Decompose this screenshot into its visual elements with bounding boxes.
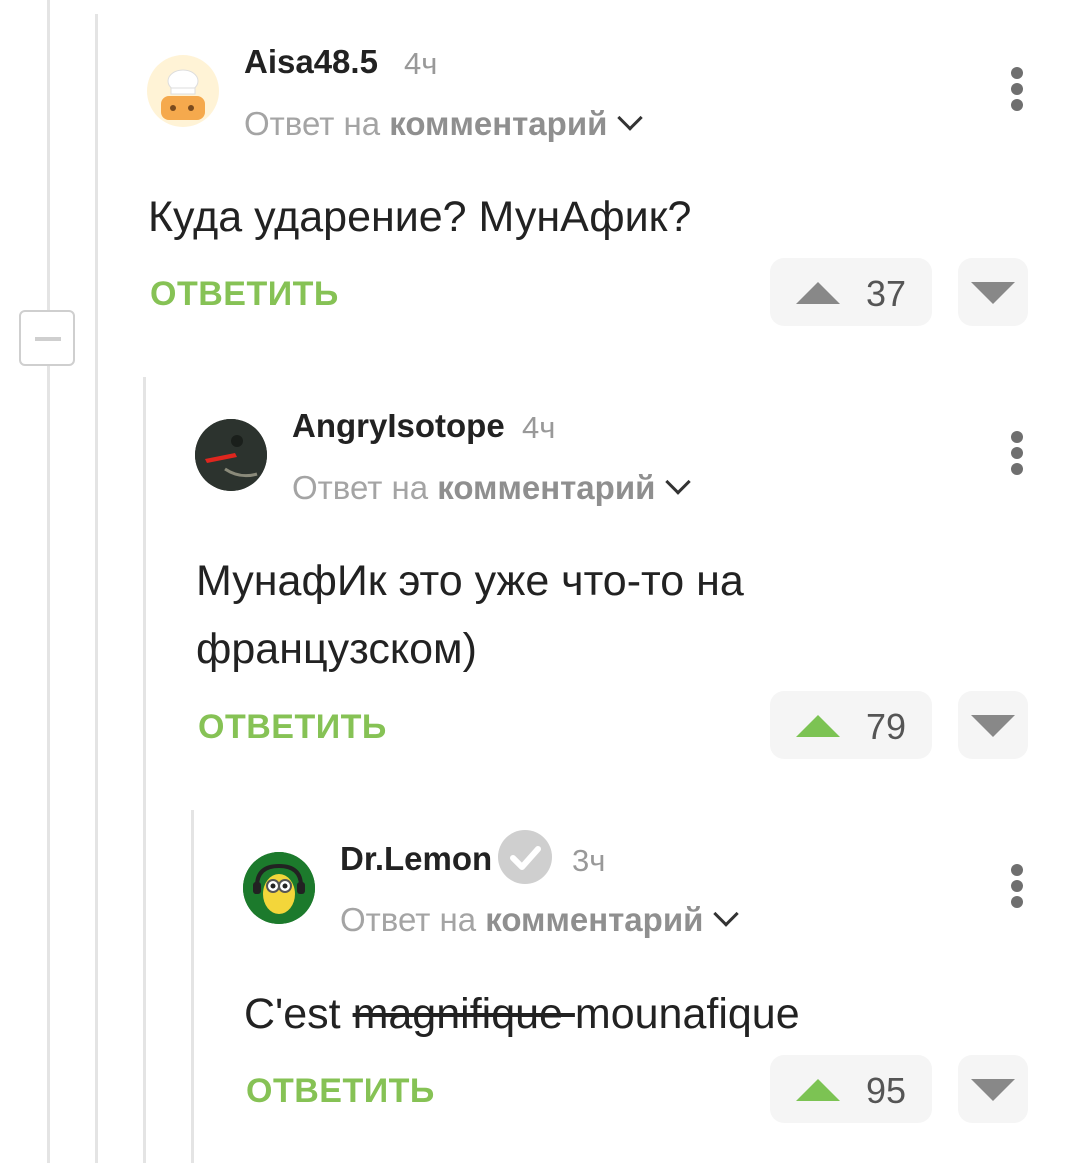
triangle-down-icon — [971, 715, 1015, 737]
text-end: mounafique — [574, 990, 800, 1038]
text-struck: magnifique — [352, 990, 575, 1038]
triangle-up-icon — [796, 282, 840, 304]
chevron-down-icon — [665, 469, 692, 495]
score: 79 — [866, 706, 907, 747]
verified-badge-icon — [498, 830, 552, 884]
upvote-button[interactable]: 37 — [770, 258, 932, 326]
triangle-up-icon — [796, 715, 840, 737]
triangle-down-icon — [971, 1079, 1015, 1101]
timestamp: 4ч — [404, 46, 438, 81]
avatar[interactable] — [147, 55, 219, 127]
upvote-button[interactable]: 95 — [770, 1055, 932, 1123]
chevron-down-icon — [713, 901, 740, 927]
upvote-button[interactable]: 79 — [770, 691, 932, 759]
timestamp: 3ч — [572, 843, 606, 878]
reply-prefix: Ответ на — [340, 901, 477, 938]
downvote-button[interactable] — [958, 1055, 1028, 1123]
thread-line-outer — [47, 0, 50, 1163]
avatar[interactable] — [195, 419, 267, 491]
reply-prefix: Ответ на — [244, 105, 381, 142]
downvote-button[interactable] — [958, 258, 1028, 326]
more-options-icon[interactable] — [1008, 864, 1028, 910]
chef-avatar-icon — [161, 69, 205, 120]
username[interactable]: AngryIsotope — [292, 407, 505, 445]
reply-prefix: Ответ на — [292, 469, 429, 506]
reply-button[interactable]: ОТВЕТИТЬ — [150, 275, 339, 314]
text-start: C'est — [244, 990, 353, 1038]
downvote-button[interactable] — [958, 691, 1028, 759]
reply-to-link[interactable]: Ответ на комментарий — [292, 469, 692, 507]
score: 95 — [866, 1070, 907, 1111]
reply-button[interactable]: ОТВЕТИТЬ — [198, 708, 387, 747]
username[interactable]: Aisa48.5 — [244, 43, 378, 81]
chevron-down-icon — [617, 105, 644, 131]
dark-avatar-icon — [195, 419, 267, 491]
reply-to-link[interactable]: Ответ на комментарий — [244, 105, 644, 143]
thread-line-level3 — [191, 810, 194, 1163]
timestamp: 4ч — [522, 410, 556, 445]
reply-to-link[interactable]: Ответ на комментарий — [340, 901, 740, 939]
score: 37 — [866, 273, 907, 314]
reply-target: комментарий — [437, 469, 656, 506]
more-options-icon[interactable] — [1008, 67, 1028, 113]
minion-avatar-icon — [243, 852, 315, 924]
triangle-down-icon — [971, 282, 1015, 304]
reply-target: комментарий — [389, 105, 608, 142]
avatar[interactable] — [243, 852, 315, 924]
reply-button[interactable]: ОТВЕТИТЬ — [246, 1072, 435, 1111]
comment-text: МунафИк это уже что-то на французском) — [196, 557, 744, 673]
thread-line-level1 — [95, 14, 98, 1163]
triangle-up-icon — [796, 1079, 840, 1101]
username[interactable]: Dr.Lemon — [340, 840, 492, 878]
reply-target: комментарий — [485, 901, 704, 938]
more-options-icon[interactable] — [1008, 431, 1028, 477]
comment-text: C'est magnifique mounafique — [244, 980, 800, 1048]
comment-text: Куда ударение? МунАфик? — [148, 193, 692, 241]
collapse-thread-button[interactable] — [19, 310, 75, 366]
thread-line-level2 — [143, 377, 146, 1163]
